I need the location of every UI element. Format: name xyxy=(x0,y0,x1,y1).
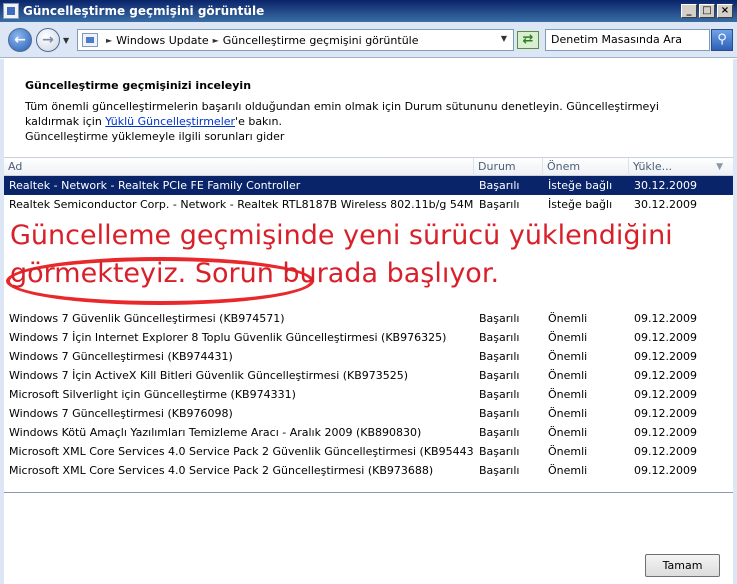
cell-importance: Önemli xyxy=(548,426,588,439)
cell-importance: Önemli xyxy=(548,369,588,382)
close-button[interactable]: × xyxy=(717,4,733,18)
cell-status: Başarılı xyxy=(479,426,520,439)
cell-name: Windows 7 Güncelleştirmesi (KB976098) xyxy=(9,407,233,420)
list-header: Ad Durum Önem Yükle... ▼ xyxy=(4,157,733,176)
cell-status: Başarılı xyxy=(479,407,520,420)
cell-name: Windows 7 Güncelleştirmesi (KB974431) xyxy=(9,350,233,363)
cell-status: Başarılı xyxy=(479,312,520,325)
cell-name: Realtek - Network - Realtek PCIe FE Fami… xyxy=(9,179,301,192)
cell-date: 30.12.2009 xyxy=(634,179,697,192)
cell-importance: Önemli xyxy=(548,445,588,458)
cell-date: 09.12.2009 xyxy=(634,312,697,325)
ok-button[interactable]: Tamam xyxy=(645,554,720,577)
breadcrumb[interactable]: ► Windows Update ► Güncelleştirme geçmiş… xyxy=(77,29,514,51)
search-icon: ⚲ xyxy=(717,32,727,47)
cell-date: 09.12.2009 xyxy=(634,331,697,344)
column-header-name[interactable]: Ad xyxy=(4,158,474,176)
cell-date: 09.12.2009 xyxy=(634,464,697,477)
title-bar: Güncelleştirme geçmişini görüntüle _ □ × xyxy=(0,0,737,22)
breadcrumb-update-history[interactable]: Güncelleştirme geçmişini görüntüle xyxy=(223,34,419,47)
cell-date: 09.12.2009 xyxy=(634,388,697,401)
content-area: Güncelleştirme geçmişinizi inceleyin Tüm… xyxy=(4,59,733,584)
cell-status: Başarılı xyxy=(479,369,520,382)
cell-date: 09.12.2009 xyxy=(634,369,697,382)
description-suffix: 'e bakın. xyxy=(235,115,282,128)
cell-status: Başarılı xyxy=(479,464,520,477)
cell-importance: Önemli xyxy=(548,331,588,344)
troubleshoot-text: Güncelleştirme yüklemeyle ilgili sorunla… xyxy=(25,130,285,143)
forward-button[interactable]: → xyxy=(36,28,60,52)
window-controls: _ □ × xyxy=(681,4,733,18)
cell-status: Başarılı xyxy=(479,179,520,192)
cell-status: Başarılı xyxy=(479,198,520,211)
cell-name: Realtek Semiconductor Corp. - Network - … xyxy=(9,198,474,211)
refresh-button[interactable]: ⇄ xyxy=(517,31,539,49)
breadcrumb-windows-update[interactable]: Windows Update xyxy=(116,34,208,47)
cell-date: 09.12.2009 xyxy=(634,350,697,363)
table-row[interactable]: Microsoft XML Core Services 4.0 Service … xyxy=(4,442,733,461)
cell-date: 09.12.2009 xyxy=(634,426,697,439)
cell-importance: Önemli xyxy=(548,350,588,363)
table-row[interactable]: Windows 7 Güncelleştirmesi (KB976098) Ba… xyxy=(4,404,733,423)
cell-importance: Önemli xyxy=(548,464,588,477)
chevron-down-icon[interactable]: ▼ xyxy=(501,34,507,43)
update-history-list: Ad Durum Önem Yükle... ▼ Realtek - Networ… xyxy=(4,157,733,492)
table-row[interactable]: Windows 7 Güvenlik Güncelleştirmesi (KB9… xyxy=(4,309,733,328)
table-row[interactable]: Realtek Semiconductor Corp. - Network - … xyxy=(4,195,733,214)
search-button[interactable]: ⚲ xyxy=(711,29,733,51)
page-description: Tüm önemli güncelleştirmelerin başarılı … xyxy=(25,99,675,129)
table-row[interactable]: Windows 7 İçin ActiveX Kill Bitleri Güve… xyxy=(4,366,733,385)
cell-date: 09.12.2009 xyxy=(634,407,697,420)
table-row[interactable]: Windows 7 Güncelleştirmesi (KB974431) Ba… xyxy=(4,347,733,366)
address-bar: ← → ▼ ► Windows Update ► Güncelleştirme … xyxy=(0,22,737,58)
chevron-right-icon[interactable]: ► xyxy=(213,36,219,45)
search-input[interactable]: Denetim Masasında Ara xyxy=(545,29,710,51)
column-header-status[interactable]: Durum xyxy=(474,158,543,176)
cell-name: Windows 7 İçin ActiveX Kill Bitleri Güve… xyxy=(9,369,409,382)
control-panel-icon xyxy=(3,3,19,19)
cell-importance: Önemli xyxy=(548,388,588,401)
cell-name: Microsoft XML Core Services 4.0 Service … xyxy=(9,464,434,477)
sort-down-icon: ▼ xyxy=(716,162,723,172)
recent-pages-dropdown[interactable]: ▼ xyxy=(63,36,69,45)
cell-importance: Önemli xyxy=(548,407,588,420)
cell-importance: İsteğe bağlı xyxy=(548,179,613,192)
table-row[interactable]: Realtek - Network - Realtek PCIe FE Fami… xyxy=(4,176,733,195)
refresh-icon: ⇄ xyxy=(522,32,534,47)
column-header-importance[interactable]: Önem xyxy=(543,158,629,176)
annotation-line-2: görmekteyiz. Sorun burada başlıyor. xyxy=(10,258,500,289)
cell-importance: İsteğe bağlı xyxy=(548,198,613,211)
cell-status: Başarılı xyxy=(479,331,520,344)
cell-date: 09.12.2009 xyxy=(634,445,697,458)
cell-importance: Önemli xyxy=(548,312,588,325)
page-title: Güncelleştirme geçmişinizi inceleyin xyxy=(25,79,252,92)
column-header-installed-label: Yükle... xyxy=(633,160,673,173)
table-row[interactable]: Windows Kötü Amaçlı Yazılımları Temizlem… xyxy=(4,423,733,442)
cell-name: Windows 7 Güvenlik Güncelleştirmesi (KB9… xyxy=(9,312,285,325)
table-row[interactable]: Microsoft Silverlight için Güncelleştirm… xyxy=(4,385,733,404)
chevron-right-icon[interactable]: ► xyxy=(106,36,112,45)
cell-name: Microsoft Silverlight için Güncelleştirm… xyxy=(9,388,296,401)
divider xyxy=(4,492,733,493)
cell-status: Başarılı xyxy=(479,388,520,401)
table-row[interactable]: Windows 7 İçin Internet Explorer 8 Toplu… xyxy=(4,328,733,347)
cell-name: Microsoft XML Core Services 4.0 Service … xyxy=(9,445,474,458)
cell-status: Başarılı xyxy=(479,445,520,458)
table-row[interactable]: Microsoft XML Core Services 4.0 Service … xyxy=(4,461,733,480)
column-header-installed[interactable]: Yükle... ▼ xyxy=(629,158,733,176)
cell-status: Başarılı xyxy=(479,350,520,363)
annotation-line-1: Güncelleme geçmişinde yeni sürücü yüklen… xyxy=(10,220,673,251)
minimize-button[interactable]: _ xyxy=(681,4,697,18)
arrow-right-icon: → xyxy=(42,32,54,48)
cell-date: 30.12.2009 xyxy=(634,198,697,211)
arrow-left-icon: ← xyxy=(14,32,26,48)
maximize-button[interactable]: □ xyxy=(699,4,715,18)
control-panel-icon xyxy=(82,33,98,47)
cell-name: Windows Kötü Amaçlı Yazılımları Temizlem… xyxy=(9,426,422,439)
window-title: Güncelleştirme geçmişini görüntüle xyxy=(23,4,265,18)
installed-updates-link[interactable]: Yüklü Güncelleştirmeler xyxy=(105,115,235,128)
annotation-text: Güncelleme geçmişinde yeni sürücü yüklen… xyxy=(10,217,737,293)
cell-name: Windows 7 İçin Internet Explorer 8 Toplu… xyxy=(9,331,447,344)
back-button[interactable]: ← xyxy=(8,28,32,52)
